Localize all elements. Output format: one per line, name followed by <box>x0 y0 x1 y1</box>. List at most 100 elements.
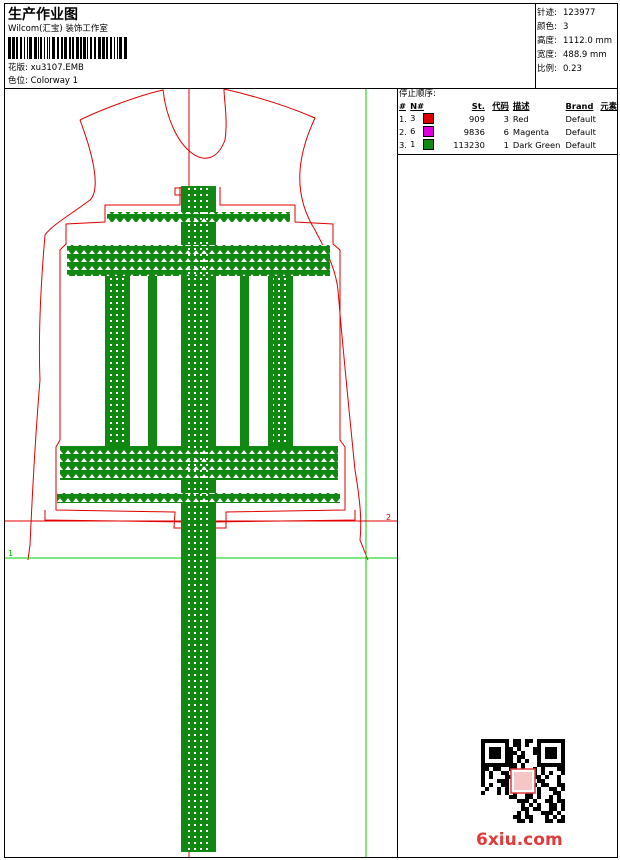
stop-sequence-table: # N# St. 代码 描述 Brand 元素 1. 3 909 3 Red D… <box>399 99 617 151</box>
row-brand: Default <box>565 139 596 150</box>
qr-module <box>541 811 545 815</box>
design-name: xu3107.EMB <box>30 63 84 73</box>
qr-module <box>537 739 541 743</box>
qr-module <box>529 815 533 819</box>
qr-module <box>553 763 557 767</box>
barcode-bar <box>90 37 92 59</box>
qr-module <box>517 811 521 815</box>
qr-module <box>485 739 489 743</box>
qr-module <box>489 755 493 759</box>
qr-module <box>561 787 565 791</box>
qr-module <box>545 819 549 823</box>
guide-marker: 2 <box>386 513 391 522</box>
qr-module <box>517 743 521 747</box>
table-header-row: # N# St. 代码 描述 Brand 元素 <box>399 99 617 112</box>
qr-module <box>509 751 513 755</box>
qr-module <box>493 755 497 759</box>
qr-module <box>561 759 565 763</box>
qr-module <box>557 795 561 799</box>
spec-label: 宽度: <box>537 50 557 60</box>
qr-module <box>481 763 485 767</box>
qr-module <box>497 751 501 755</box>
barcode-bar <box>49 37 50 59</box>
qr-module <box>549 755 553 759</box>
qr-module <box>489 751 493 755</box>
guide-marker: 1 <box>8 549 13 558</box>
qr-module <box>557 739 561 743</box>
qr-module <box>549 795 553 799</box>
qr-module <box>481 739 485 743</box>
spec-height: 高度: 1112.0 mm <box>537 34 617 48</box>
barcode-bar <box>64 37 67 59</box>
qr-module <box>533 751 537 755</box>
page-title: 生产作业图 <box>8 7 78 23</box>
color-swatch <box>423 126 435 137</box>
qr-module <box>545 751 549 755</box>
qr-module <box>553 815 557 819</box>
qr-module <box>521 751 525 755</box>
qr-module <box>525 795 529 799</box>
spec-label: 颜色: <box>537 22 557 32</box>
qr-module <box>525 739 529 743</box>
qr-module <box>497 779 501 783</box>
qr-module <box>521 799 525 803</box>
row-desc: Red <box>512 113 529 124</box>
qr-module <box>557 819 561 823</box>
qr-module <box>481 783 485 787</box>
qr-module <box>485 767 489 771</box>
spec-scale: 比例: 0.23 <box>537 62 617 76</box>
qr-module <box>557 799 561 803</box>
qr-module <box>525 799 529 803</box>
qr-module <box>517 747 521 751</box>
barcode-bar <box>76 37 79 59</box>
spec-value: 1112.0 mm <box>563 36 613 46</box>
spec-label: 比例: <box>537 64 557 74</box>
spec-value: 488.9 mm <box>563 50 607 60</box>
qr-module <box>557 763 561 767</box>
qr-module <box>509 747 513 751</box>
spec-value: 3 <box>563 22 569 32</box>
qr-module <box>517 755 521 759</box>
qr-module <box>513 751 517 755</box>
qr-module <box>493 751 497 755</box>
qr-module <box>517 739 521 743</box>
color-swatch <box>423 139 435 150</box>
qr-module <box>505 783 509 787</box>
qr-module <box>509 759 513 763</box>
qr-module <box>481 743 485 747</box>
table-row: 3. 1 113230 1 Dark Green Default <box>399 138 617 151</box>
qr-module <box>517 799 521 803</box>
barcode-bar <box>44 37 45 59</box>
table-row: 2. 6 9836 6 Magenta Default <box>399 125 617 138</box>
qr-module <box>549 771 553 775</box>
qr-module <box>537 795 541 799</box>
qr-module <box>481 771 485 775</box>
qr-module <box>481 759 485 763</box>
row-needle: 1 <box>410 138 453 151</box>
qr-module <box>525 807 529 811</box>
qr-module <box>497 787 501 791</box>
barcode-bar <box>117 37 118 59</box>
qr-module <box>489 763 493 767</box>
qr-module <box>493 747 497 751</box>
qr-module <box>545 815 549 819</box>
qr-module <box>525 815 529 819</box>
qr-module <box>549 799 553 803</box>
barcode-bar <box>34 37 37 59</box>
spec-colors: 颜色: 3 <box>537 20 617 34</box>
spec-value: 0.23 <box>563 64 582 74</box>
qr-module <box>505 791 509 795</box>
specs-panel: 针迹: 123977 颜色: 3 高度: 1112.0 mm 宽度: 488.9 mm … <box>537 6 617 76</box>
stops-divider <box>397 154 618 155</box>
qr-module <box>561 783 565 787</box>
qr-module <box>509 795 513 799</box>
qr-module <box>505 747 509 751</box>
qr-module <box>541 783 545 787</box>
qr-module <box>545 755 549 759</box>
qr-module <box>505 779 509 783</box>
qr-module <box>561 763 565 767</box>
qr-module <box>485 787 489 791</box>
specs-divider <box>535 3 536 88</box>
row-code: 3 <box>503 113 509 124</box>
qr-module <box>481 791 485 795</box>
